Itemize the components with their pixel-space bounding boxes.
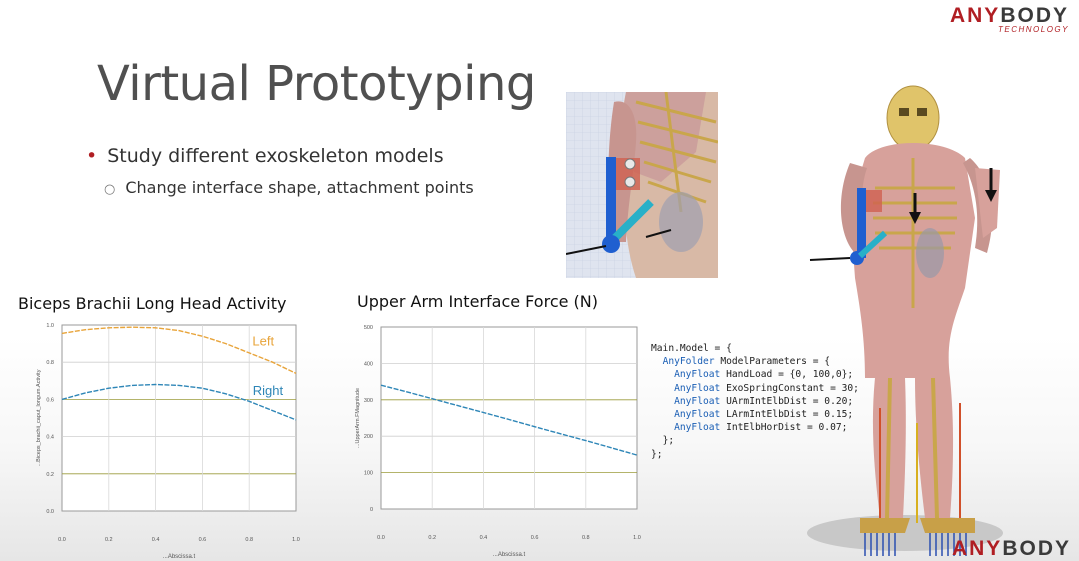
y-tick-label: 0.0 — [46, 509, 54, 515]
code-line: AnyFloat LArmIntElbDist = 0.15; — [651, 408, 859, 421]
x-tick-label: 0.8 — [582, 535, 590, 541]
x-tick-label: 0.4 — [152, 537, 160, 543]
logo-bottom-body: BODY — [1002, 537, 1071, 560]
code-text: LArmIntElbDist = 0.15; — [720, 409, 854, 421]
code-keyword: AnyFloat — [674, 422, 721, 434]
code-keyword: AnyFolder — [662, 356, 715, 368]
code-line: AnyFloat UArmIntElbDist = 0.20; — [651, 395, 859, 408]
bullet-main: • Study different exoskeleton models — [86, 145, 444, 167]
y-tick-label: 0.8 — [46, 360, 54, 366]
anybody-logo-bottom: ANYBODY — [952, 537, 1071, 561]
full-body-skeleton-image — [807, 85, 1003, 556]
logo-word-any: ANY — [949, 4, 1001, 27]
code-text: IntElbHorDist = 0.07; — [720, 422, 848, 434]
x-tick-label: 0.4 — [480, 535, 488, 541]
y-tick-label: 500 — [364, 325, 373, 331]
y-tick-label: 0 — [370, 507, 373, 513]
x-axis-label: ...Abscissa.t — [163, 554, 196, 560]
chart1-title: Biceps Brachii Long Head Activity — [18, 294, 287, 313]
x-axis-label: ...Abscissa.t — [493, 552, 526, 558]
x-tick-label: 0.0 — [58, 537, 66, 543]
code-text: ExoSpringConstant = 30; — [720, 382, 859, 394]
x-tick-label: 0.0 — [377, 535, 385, 541]
bullet-sub: ○ Change interface shape, attachment poin… — [104, 178, 474, 197]
code-line: Main.Model = { — [651, 342, 859, 355]
x-tick-label: 0.2 — [105, 537, 113, 543]
bullet-main-text: Study different exoskeleton models — [107, 145, 444, 167]
y-tick-label: 200 — [364, 434, 373, 440]
code-line: AnyFloat HandLoad = {0, 100,0}; — [651, 368, 859, 381]
y-tick-label: 0.4 — [46, 435, 54, 441]
bullet-ring-icon: ○ — [104, 182, 116, 197]
series-label-left: Left — [252, 333, 274, 348]
code-text: Main.Model = { — [651, 343, 732, 354]
code-text: }; — [651, 448, 663, 460]
presentation-slide: ANYBODY TECHNOLOGY Virtual Prototyping •… — [0, 0, 1079, 561]
biceps-activity-chart: 0.0 0.2 0.4 0.6 0.8 1.0 0.0 0.2 0.4 0.6 0.8 1.0 ...A… — [36, 323, 300, 560]
code-line: AnyFolder ModelParameters = { — [651, 355, 859, 368]
y-tick-label: 0.6 — [46, 397, 54, 403]
x-tick-label: 1.0 — [633, 535, 641, 541]
anybody-logo: ANYBODY TECHNOLOGY — [950, 4, 1069, 34]
bullet-dot-icon: • — [86, 145, 98, 167]
slide-title: Virtual Prototyping — [97, 56, 536, 112]
logo-bottom-any: ANY — [951, 537, 1003, 560]
plot-area — [61, 324, 297, 512]
y-tick-label: 0.2 — [46, 472, 54, 478]
y-tick-label: 1.0 — [46, 323, 54, 329]
code-line: }; — [651, 448, 859, 461]
bullet-sub-text: Change interface shape, attachment point… — [125, 178, 474, 197]
code-line: AnyFloat IntElbHorDist = 0.07; — [651, 421, 859, 434]
x-tick-label: 0.6 — [199, 537, 207, 543]
y-tick-label: 100 — [364, 471, 373, 477]
interface-force-chart: 0 100 200 300 400 500 0.0 0.2 0.4 0.6 0.8 1.0 ...Abs… — [355, 325, 641, 558]
code-line: AnyFloat ExoSpringConstant = 30; — [651, 382, 859, 395]
chart2-title: Upper Arm Interface Force (N) — [357, 292, 598, 311]
y-axis-label: ...Biceps_brachii_caput_longum.Activity — [36, 369, 42, 466]
code-keyword: AnyFloat — [674, 409, 721, 421]
y-tick-label: 300 — [364, 398, 373, 404]
code-text: }; — [662, 435, 675, 447]
x-tick-label: 0.8 — [245, 537, 253, 543]
x-tick-label: 0.6 — [531, 535, 539, 541]
y-axis-label: ...UpperArm.FMagnitude — [355, 388, 361, 448]
x-tick-label: 0.2 — [428, 535, 436, 541]
logo-word-body: BODY — [1000, 4, 1069, 27]
exoskeleton-closeup-image — [566, 92, 718, 278]
code-line: }; — [651, 434, 859, 447]
x-tick-label: 1.0 — [292, 537, 300, 543]
code-text: UArmIntElbDist = 0.20; — [720, 395, 854, 407]
code-keyword: AnyFloat — [674, 369, 721, 381]
model-parameters-code: Main.Model = { AnyFolder ModelParameters… — [651, 342, 859, 461]
series-label-right: Right — [253, 383, 284, 398]
code-keyword: AnyFloat — [674, 382, 721, 394]
code-text: ModelParameters = { — [714, 356, 831, 368]
code-text: HandLoad = {0, 100,0}; — [720, 369, 854, 381]
code-keyword: AnyFloat — [674, 395, 721, 407]
plot-area — [380, 326, 638, 510]
y-tick-label: 400 — [364, 361, 373, 367]
